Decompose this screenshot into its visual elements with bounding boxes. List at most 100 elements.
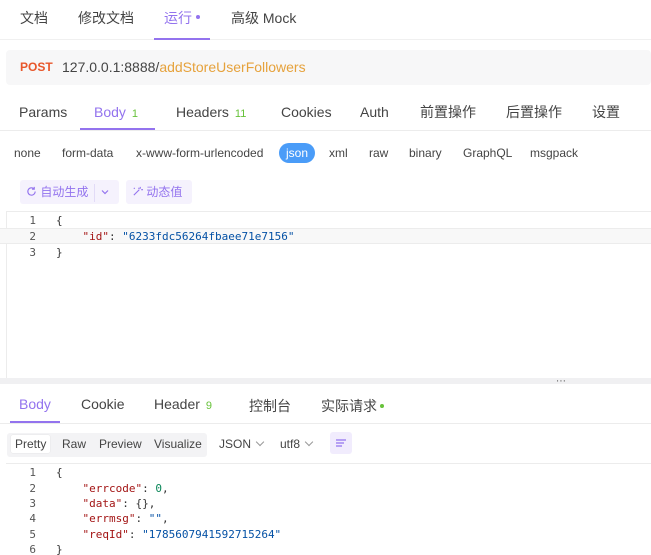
tab-run[interactable]: 运行: [154, 0, 210, 40]
response-tab-header-label: Header: [154, 396, 200, 412]
tab-pre-operations[interactable]: 前置操作: [420, 100, 476, 130]
line-number: 5: [29, 528, 36, 541]
code-line: 3 "data": {},: [0, 496, 651, 512]
code-text: "id": "6233fdc56264fbaee71e7156": [56, 229, 295, 245]
auto-generate-button[interactable]: 自动生成: [20, 180, 119, 204]
tab-edit-docs[interactable]: 修改文档: [78, 0, 134, 40]
format-pretty[interactable]: Pretty: [11, 435, 51, 453]
url-host: 127.0.0.1:8888/: [62, 59, 160, 75]
tab-body[interactable]: Body 1: [94, 100, 138, 130]
url-bar[interactable]: POST 127.0.0.1:8888/addStoreUserFollower…: [6, 50, 651, 85]
header-count-badge: 9: [205, 400, 213, 412]
json-colon: :: [135, 512, 149, 525]
code-line: 2 "errcode": 0,: [0, 481, 651, 497]
body-type-form-data[interactable]: form-data: [62, 146, 113, 160]
line-number: 3: [29, 497, 36, 510]
code-text: {: [56, 214, 63, 227]
line-number: 3: [29, 246, 36, 259]
http-method[interactable]: POST: [20, 60, 53, 74]
code-line: 5 "reqId": "1785607941592715264": [0, 527, 651, 543]
tab-settings[interactable]: 设置: [592, 100, 620, 130]
body-type-urlencoded[interactable]: x-www-form-urlencoded: [136, 146, 263, 160]
tab-auth[interactable]: Auth: [360, 100, 389, 130]
body-type-raw[interactable]: raw: [369, 146, 388, 160]
line-number: 4: [29, 512, 36, 525]
body-type-json[interactable]: json: [279, 143, 316, 163]
chevron-down-icon: [255, 437, 265, 447]
request-url[interactable]: 127.0.0.1:8888/addStoreUserFollowers: [62, 59, 306, 75]
tab-headers[interactable]: Headers 11: [176, 100, 246, 130]
json-comma: ,: [148, 497, 156, 510]
response-tab-header[interactable]: Header 9: [154, 396, 212, 412]
line-number: 6: [29, 543, 36, 555]
json-value: {}: [135, 497, 149, 510]
json-key: "id": [82, 230, 110, 243]
divider: [0, 130, 651, 131]
body-type-graphql[interactable]: GraphQL: [463, 146, 512, 160]
json-key: "errmsg": [82, 512, 136, 525]
response-tab-body[interactable]: Body: [19, 396, 51, 412]
code-text: "data": {},: [56, 496, 156, 512]
drag-handle-icon[interactable]: ⋯: [556, 377, 566, 387]
language-value: JSON: [219, 437, 252, 451]
tab-advanced-mock[interactable]: 高级 Mock: [231, 0, 296, 40]
word-wrap-button[interactable]: [330, 432, 352, 454]
tab-docs[interactable]: 文档: [20, 0, 48, 40]
body-type-msgpack[interactable]: msgpack: [530, 146, 578, 160]
line-number: 1: [29, 214, 36, 227]
json-comma: ,: [161, 482, 169, 495]
json-value: "": [148, 512, 162, 525]
auto-generate-label: 自动生成: [40, 185, 89, 199]
json-value: "1785607941592715264": [142, 528, 282, 541]
json-key: "errcode": [82, 482, 143, 495]
dynamic-value-label: 动态值: [146, 185, 183, 199]
json-colon: :: [122, 497, 136, 510]
panel-splitter[interactable]: [0, 378, 651, 384]
tab-cookies[interactable]: Cookies: [281, 100, 332, 130]
code-line: 4 "errmsg": "",: [0, 511, 651, 527]
json-key: "reqId": [82, 528, 129, 541]
dynamic-value-button[interactable]: 动态值: [126, 180, 192, 204]
json-value: 0: [155, 482, 162, 495]
code-text: }: [56, 246, 63, 259]
response-tab-console[interactable]: 控制台: [249, 396, 291, 416]
body-type-xml[interactable]: xml: [329, 146, 348, 160]
format-preview[interactable]: Preview: [99, 437, 142, 451]
json-colon: :: [128, 528, 143, 541]
response-tab-actual-request[interactable]: 实际请求: [321, 396, 384, 416]
line-number: 1: [29, 466, 36, 479]
format-visualize[interactable]: Visualize: [154, 437, 202, 451]
code-line: 6 }: [0, 542, 651, 555]
chevron-down-icon: [304, 437, 314, 447]
tab-params[interactable]: Params: [19, 100, 67, 130]
code-line: 1 {: [0, 465, 651, 481]
response-language-select[interactable]: JSON: [219, 437, 265, 451]
chevron-down-icon[interactable]: [101, 188, 109, 196]
response-encoding-select[interactable]: utf8: [280, 437, 314, 451]
tab-body-label: Body: [94, 104, 126, 120]
headers-count-badge: 11: [234, 108, 247, 120]
body-type-binary[interactable]: binary: [409, 146, 442, 160]
body-type-none[interactable]: none: [14, 146, 41, 160]
code-line-active: 2 "id": "6233fdc56264fbaee71e7156": [0, 228, 651, 244]
json-comma: ,: [161, 512, 169, 525]
body-count-badge: 1: [131, 108, 139, 120]
response-tab-actual-label: 实际请求: [321, 398, 377, 414]
code-text: }: [56, 543, 63, 555]
code-text: "errcode": 0,: [56, 481, 169, 497]
tab-run-label: 运行: [164, 10, 192, 26]
tab-post-operations[interactable]: 后置操作: [506, 100, 562, 130]
magic-wand-icon: [133, 186, 143, 196]
response-tab-cookie[interactable]: Cookie: [81, 396, 125, 412]
format-raw[interactable]: Raw: [62, 437, 86, 451]
code-line: 1 {: [0, 213, 651, 229]
divider: [94, 183, 96, 202]
refresh-icon: [27, 186, 36, 196]
status-dot-icon: [380, 404, 384, 409]
encoding-value: utf8: [280, 437, 301, 451]
divider: [0, 423, 651, 424]
